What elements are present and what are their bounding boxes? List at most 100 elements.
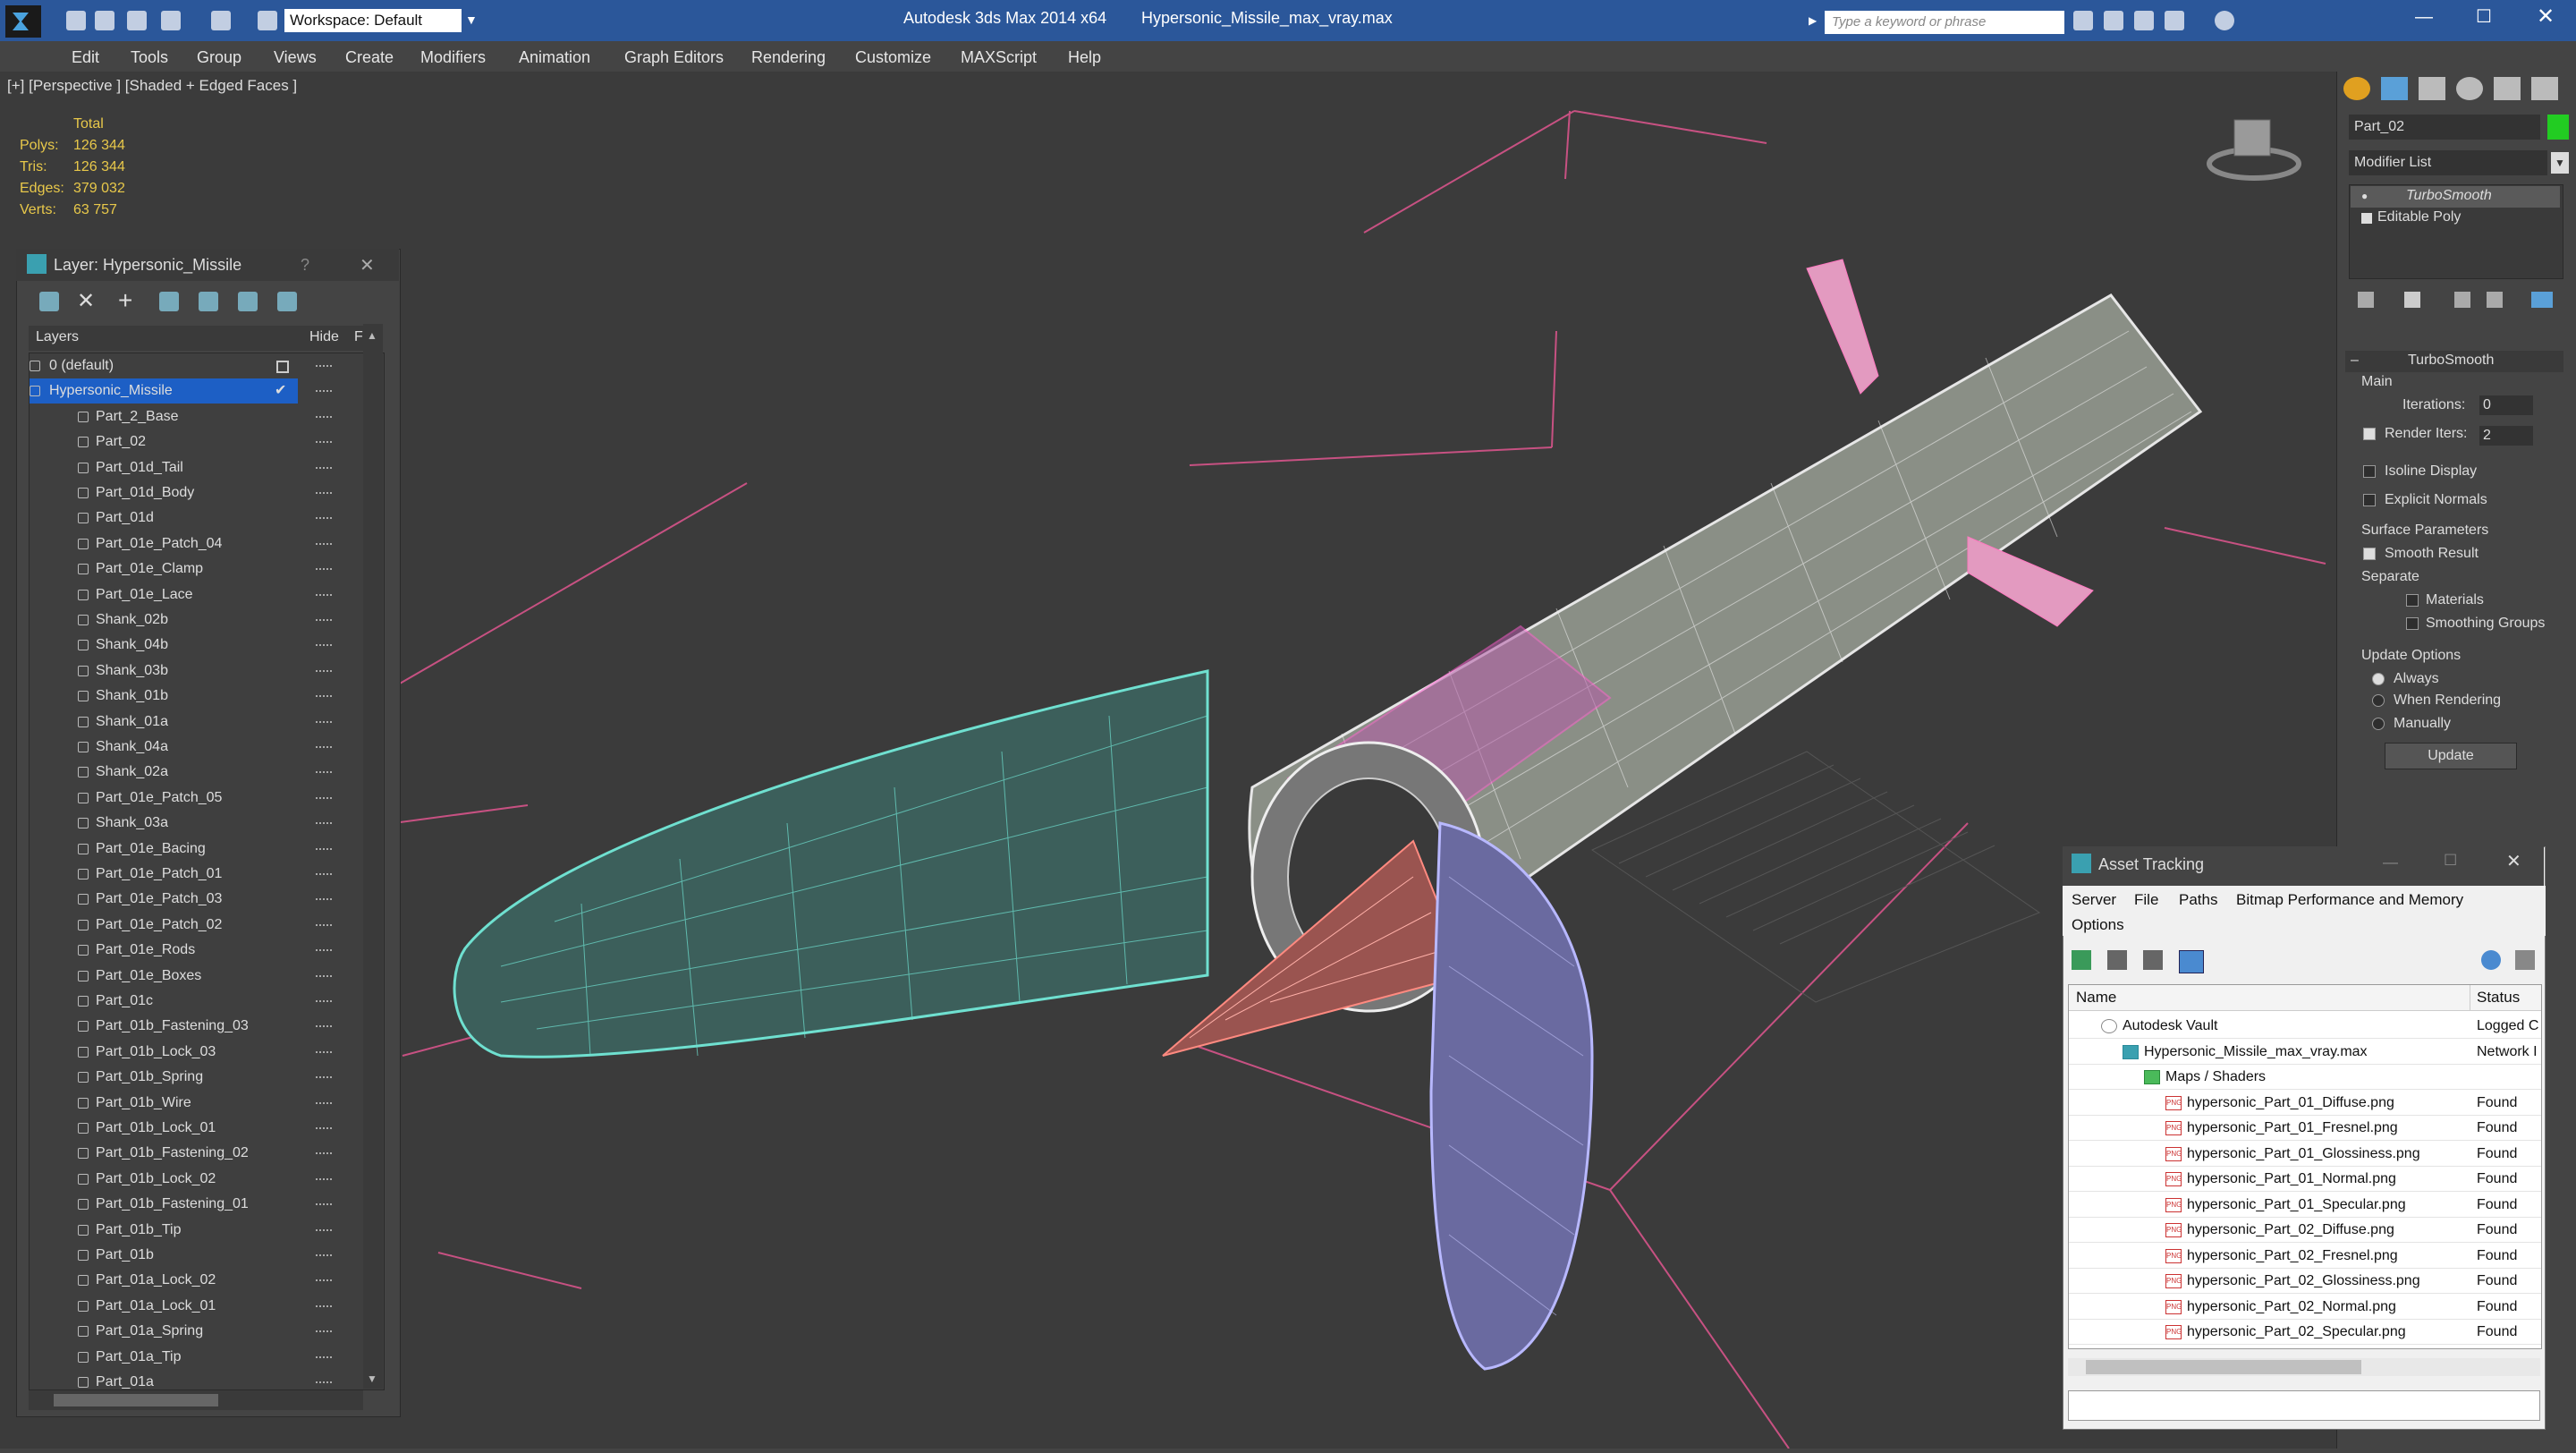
menu-help[interactable]: Help xyxy=(1068,48,1101,67)
asset-menu-file[interactable]: File xyxy=(2134,891,2158,909)
layer-row[interactable]: Part_01e_Clamp xyxy=(30,557,384,582)
freeze-toggle[interactable] xyxy=(316,847,332,853)
freeze-toggle[interactable] xyxy=(316,517,332,522)
freeze-toggle[interactable] xyxy=(316,619,332,624)
freeze-toggle[interactable] xyxy=(316,568,332,573)
make-unique-icon[interactable] xyxy=(2454,292,2470,308)
scroll-down-icon[interactable]: ▼ xyxy=(367,1372,377,1385)
search-expand-icon[interactable]: ▶ xyxy=(1809,14,1817,27)
layer-row[interactable]: Part_01e_Patch_04 xyxy=(30,531,384,557)
menu-rendering[interactable]: Rendering xyxy=(751,48,826,67)
layer-row[interactable]: Part_01b_Wire xyxy=(30,1091,384,1116)
layer-row[interactable]: Part_01b_Fastening_02 xyxy=(30,1141,384,1166)
freeze-toggle[interactable] xyxy=(316,1076,332,1081)
collapse-icon[interactable]: – xyxy=(2351,353,2359,369)
layer-row[interactable]: Part_01a_Lock_01 xyxy=(30,1294,384,1319)
update-button[interactable]: Update xyxy=(2385,743,2517,769)
layer-row[interactable]: Part_01e_Lace xyxy=(30,582,384,608)
table-view-icon[interactable] xyxy=(2179,950,2204,973)
layer-row[interactable]: Hypersonic_Missile ✔ xyxy=(30,378,384,404)
render-iters-spinner[interactable]: 2 xyxy=(2479,426,2533,446)
close-icon[interactable]: ✕ xyxy=(360,254,375,276)
menu-customize[interactable]: Customize xyxy=(855,48,931,67)
utilities-tab-icon[interactable] xyxy=(2531,77,2558,100)
freeze-toggle[interactable] xyxy=(316,492,332,497)
freeze-toggle[interactable] xyxy=(316,415,332,421)
binoculars-icon[interactable] xyxy=(2073,11,2093,30)
object-name-field[interactable]: Part_02 xyxy=(2349,115,2540,140)
layer-row[interactable]: Shank_01b xyxy=(30,684,384,709)
freeze-toggle[interactable] xyxy=(316,542,332,548)
freeze-toggle[interactable] xyxy=(316,1355,332,1361)
asset-hscroll-thumb[interactable] xyxy=(2086,1360,2361,1374)
manually-radio[interactable] xyxy=(2372,718,2385,730)
layer-row[interactable]: Part_01d_Tail xyxy=(30,455,384,480)
freeze-all-icon[interactable] xyxy=(277,292,297,311)
layer-list[interactable]: 0 (default) Hypersonic_Missile ✔ Part_2_Bas… xyxy=(29,353,385,1390)
menu-animation[interactable]: Animation xyxy=(519,48,590,67)
layer-row[interactable]: Part_01a_Spring xyxy=(30,1319,384,1344)
layer-row[interactable]: Part_01d xyxy=(30,506,384,531)
asset-menu-bitmap[interactable]: Bitmap Performance and Memory xyxy=(2236,891,2463,909)
help-icon[interactable] xyxy=(2481,950,2501,970)
signin-icon[interactable] xyxy=(2134,11,2154,30)
freeze-toggle[interactable] xyxy=(316,898,332,903)
asset-row[interactable]: PNG hypersonic_Part_01_Diffuse.png Found xyxy=(2069,1091,2541,1116)
close-icon[interactable]: ✕ xyxy=(2537,4,2555,30)
freeze-toggle[interactable] xyxy=(316,1000,332,1005)
configure-modifier-sets-icon[interactable] xyxy=(2531,292,2553,308)
freeze-toggle[interactable] xyxy=(316,1330,332,1335)
menu-graph-editors[interactable]: Graph Editors xyxy=(624,48,724,67)
menu-views[interactable]: Views xyxy=(274,48,317,67)
iterations-spinner[interactable]: 0 xyxy=(2479,395,2533,415)
search-input[interactable]: Type a keyword or phrase xyxy=(1825,11,2064,34)
show-end-result-icon[interactable] xyxy=(2404,292,2420,308)
modifier-list-chevron-down-icon[interactable]: ▼ xyxy=(2551,152,2569,174)
viewport-label[interactable]: [+] [Perspective ] [Shaded + Edged Faces… xyxy=(7,77,297,95)
app-logo-icon[interactable] xyxy=(5,5,41,38)
asset-menu-options[interactable]: Options xyxy=(2072,916,2124,934)
freeze-toggle[interactable] xyxy=(316,949,332,954)
layer-row[interactable]: Part_01a_Tip xyxy=(30,1345,384,1370)
undo-icon[interactable] xyxy=(161,11,181,30)
help-icon[interactable] xyxy=(2215,11,2234,30)
menu-tools[interactable]: Tools xyxy=(131,48,168,67)
layer-row[interactable]: Part_01b_Fastening_01 xyxy=(30,1192,384,1217)
asset-row[interactable]: PNG hypersonic_Part_02_Diffuse.png Found xyxy=(2069,1218,2541,1243)
minimize-icon[interactable]: — xyxy=(2415,7,2433,28)
asset-row[interactable]: PNG hypersonic_Part_02_Glossiness.png Foun… xyxy=(2069,1269,2541,1294)
layer-row[interactable]: Shank_03b xyxy=(30,659,384,684)
asset-menu-paths[interactable]: Paths xyxy=(2179,891,2217,909)
layer-row[interactable]: Part_01e_Patch_02 xyxy=(30,913,384,938)
layer-row[interactable]: Shank_04a xyxy=(30,735,384,760)
freeze-toggle[interactable] xyxy=(316,923,332,929)
column-hide[interactable]: Hide xyxy=(309,329,339,345)
render-iters-checkbox[interactable] xyxy=(2363,428,2376,440)
layer-row[interactable]: Shank_01a xyxy=(30,710,384,735)
layer-row[interactable]: Part_01b_Lock_03 xyxy=(30,1040,384,1065)
freeze-toggle[interactable] xyxy=(316,796,332,802)
freeze-toggle[interactable] xyxy=(316,1203,332,1208)
freeze-toggle[interactable] xyxy=(316,695,332,700)
favorites-star-icon[interactable] xyxy=(2165,11,2184,30)
asset-path-field[interactable] xyxy=(2068,1390,2540,1421)
expand-icon[interactable] xyxy=(2361,213,2372,224)
asset-row[interactable]: PNG hypersonic_Part_01_Fresnel.png Found xyxy=(2069,1116,2541,1141)
highlight-layer-icon[interactable] xyxy=(199,292,218,311)
layer-row[interactable]: Part_01b_Spring xyxy=(30,1065,384,1090)
layer-row[interactable]: Part_01e_Patch_05 xyxy=(30,786,384,811)
asset-row[interactable]: Autodesk Vault Logged C xyxy=(2069,1014,2541,1039)
freeze-toggle[interactable] xyxy=(316,593,332,599)
new-layer-icon[interactable] xyxy=(39,292,59,311)
display-tab-icon[interactable] xyxy=(2494,77,2521,100)
detail-view-icon[interactable] xyxy=(2143,950,2163,970)
freeze-toggle[interactable] xyxy=(316,365,332,370)
maximize-icon[interactable]: ☐ xyxy=(2476,5,2492,28)
freeze-toggle[interactable] xyxy=(316,644,332,649)
select-objects-icon[interactable] xyxy=(159,292,179,311)
freeze-toggle[interactable] xyxy=(316,1254,332,1259)
menu-create[interactable]: Create xyxy=(345,48,394,67)
save-file-icon[interactable] xyxy=(127,11,147,30)
freeze-toggle[interactable] xyxy=(316,1025,332,1030)
layer-row[interactable]: Part_01e_Bacing xyxy=(30,837,384,862)
